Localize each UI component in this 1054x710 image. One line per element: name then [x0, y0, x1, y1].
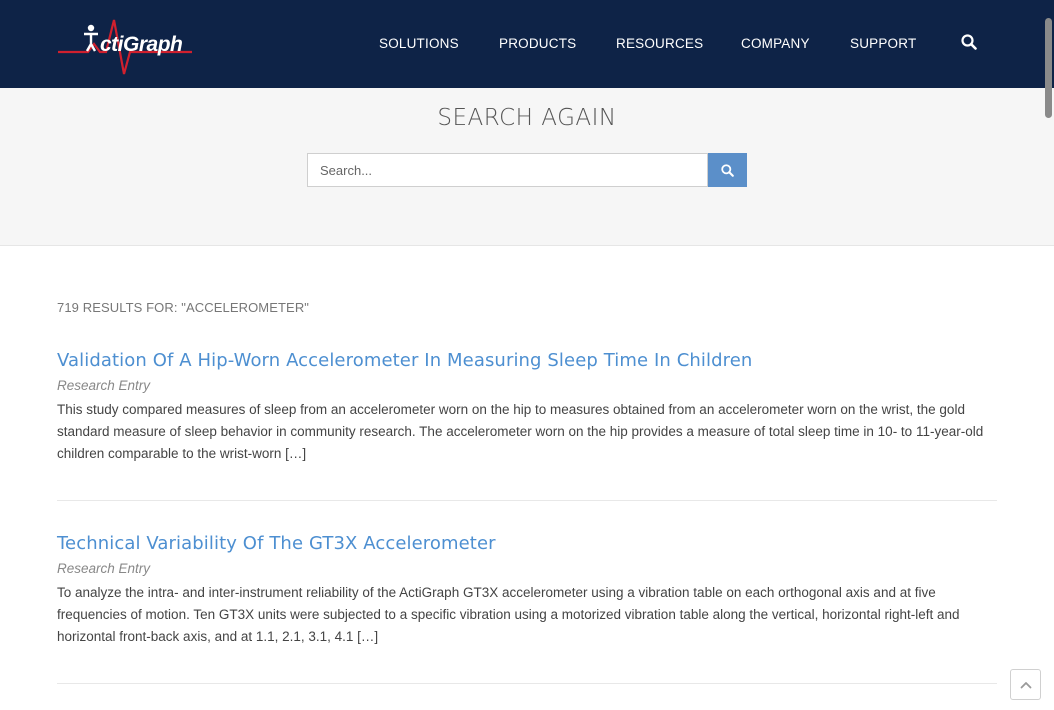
- page-scrollbar[interactable]: [1045, 18, 1052, 118]
- search-icon: [721, 164, 734, 177]
- search-submit-button[interactable]: [708, 153, 747, 187]
- chevron-up-icon: [1020, 682, 1032, 689]
- result-excerpt: This study compared measures of sleep fr…: [57, 402, 984, 461]
- back-to-top-button[interactable]: [1010, 669, 1041, 700]
- result-divider: [57, 500, 997, 501]
- nav-solutions[interactable]: SOLUTIONS: [379, 36, 459, 51]
- top-navbar: ctiGraph SOLUTIONS PRODUCTS RESOURCES CO…: [0, 0, 1054, 88]
- search-icon[interactable]: [961, 34, 979, 52]
- result-divider: [57, 683, 997, 684]
- nav-resources[interactable]: RESOURCES: [616, 36, 703, 51]
- result-excerpt: To analyze the intra- and inter-instrume…: [57, 585, 960, 644]
- search-result-item: Technical Variability Of The GT3X Accele…: [57, 533, 997, 648]
- nav-support[interactable]: SUPPORT: [850, 36, 916, 51]
- main-menu: SOLUTIONS PRODUCTS RESOURCES COMPANY SUP…: [0, 0, 1054, 88]
- result-title-link[interactable]: Technical Variability Of The GT3X Accele…: [57, 533, 997, 554]
- search-field-wrapper: [307, 153, 708, 187]
- result-type: Research Entry: [57, 561, 151, 576]
- nav-products[interactable]: PRODUCTS: [499, 36, 576, 51]
- search-input[interactable]: [308, 154, 707, 186]
- result-type: Research Entry: [57, 378, 151, 393]
- search-result-item: Validation Of A Hip-Worn Accelerometer I…: [57, 350, 997, 465]
- search-again-section: SEARCH AGAIN: [0, 88, 1054, 246]
- nav-company[interactable]: COMPANY: [741, 36, 810, 51]
- results-count: 719 RESULTS FOR: "ACCELEROMETER": [57, 300, 310, 315]
- page-title: SEARCH AGAIN: [437, 105, 617, 131]
- result-title-link[interactable]: Validation Of A Hip-Worn Accelerometer I…: [57, 350, 997, 371]
